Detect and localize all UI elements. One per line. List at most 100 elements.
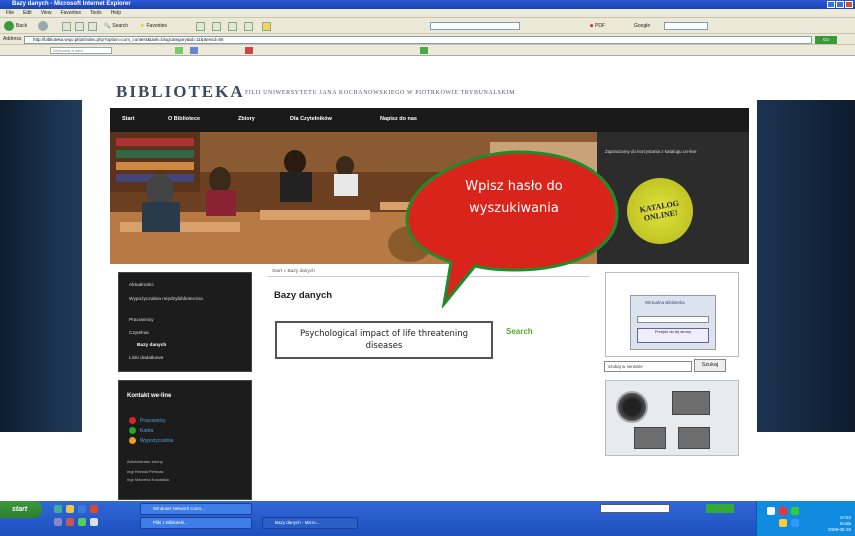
forward-arrow-icon xyxy=(38,21,48,31)
toolbar-icon[interactable] xyxy=(175,47,183,54)
home-icon[interactable] xyxy=(88,22,97,31)
go-button[interactable]: Go xyxy=(815,36,837,44)
tray-icon[interactable] xyxy=(767,507,775,515)
menu-item-bazy-danych[interactable]: Bazy danych xyxy=(137,343,166,349)
contact-label: Wypożyczalnia xyxy=(140,437,174,444)
window-controls xyxy=(827,1,853,8)
site-search-button[interactable]: Szukaj xyxy=(694,359,726,372)
tray-icon[interactable] xyxy=(779,519,787,527)
menu-favorites[interactable]: Favorites xyxy=(60,9,81,17)
menu-view[interactable]: View xyxy=(41,9,52,17)
nav-o-bibliotece[interactable]: O Bibliotece xyxy=(168,116,200,122)
url-field[interactable]: http://biblioteka.wsjo.pl/pt/index.php?o… xyxy=(24,36,812,44)
tray-icon[interactable] xyxy=(779,507,787,515)
contact-box: Kontakt we-line Pracownicy Kadra Wypożyc… xyxy=(118,380,252,500)
taskbar-item-active[interactable]: Bazy danych - Micro... xyxy=(262,517,358,529)
start-button[interactable]: start xyxy=(0,501,42,518)
site-logo[interactable]: BIBLIOTEKA xyxy=(116,82,245,102)
virtual-library-widget: Wirtualna Biblioteka Przejdź do tej stro… xyxy=(630,295,716,350)
clock[interactable]: 10:52 środa 2009-05-26 xyxy=(828,515,851,533)
taskbar-item[interactable]: Windows Network Conn... xyxy=(140,503,252,515)
admin-label: Administrator strony xyxy=(127,459,163,464)
print-icon[interactable] xyxy=(228,22,237,31)
menu-edit[interactable]: Edit xyxy=(23,9,32,17)
menu-file[interactable]: File xyxy=(6,9,14,17)
quicklaunch-icon[interactable] xyxy=(54,505,62,513)
search-button[interactable]: 🔍 Search xyxy=(104,21,128,31)
contact-item[interactable]: Kadra xyxy=(129,427,153,434)
contact-item[interactable]: Pracownicy xyxy=(129,417,166,424)
visitor-counter-widget xyxy=(605,380,739,456)
pdf-button[interactable]: ■ PDF xyxy=(590,21,605,31)
search-input[interactable]: Psychological impact of life threatening… xyxy=(275,321,493,359)
counter-panel xyxy=(678,427,710,449)
stop-icon[interactable] xyxy=(62,22,71,31)
tray-icon[interactable] xyxy=(791,519,799,527)
bubble-text: Wpisz hasło do wyszukiwania xyxy=(465,179,563,216)
counter-panel xyxy=(672,391,710,415)
menu-item-linki[interactable]: Linki dodatkowe xyxy=(129,356,163,362)
refresh-icon[interactable] xyxy=(75,22,84,31)
google-label: Google xyxy=(634,23,651,29)
browser-toolbar: Back 🔍 Search ★ Favorites ■ PDF Google xyxy=(0,18,855,34)
folder-icon[interactable] xyxy=(262,22,271,31)
quicklaunch-icon[interactable] xyxy=(90,518,98,526)
site-navigation: Start O Bibliotece Zbiory Dla Czytelnikó… xyxy=(110,108,749,132)
search-link[interactable]: Search xyxy=(506,327,533,336)
minimize-button[interactable] xyxy=(827,1,835,8)
back-button[interactable]: Back xyxy=(4,21,27,31)
quicklaunch-icon[interactable] xyxy=(66,505,74,513)
google-search-field[interactable] xyxy=(664,22,708,30)
contact-label: Pracownicy xyxy=(140,417,166,424)
favorites-label: Favorites xyxy=(146,23,168,29)
toolbar-icon[interactable] xyxy=(190,47,198,54)
page-title: Bazy danych xyxy=(274,290,333,301)
site-search-input[interactable]: szukaj w serwisie xyxy=(604,361,692,372)
menu-item-pracownicy[interactable]: Pracownicy xyxy=(129,318,154,324)
menu-item-wypozyczalnia[interactable]: Wypożyczalnia międzybiblioteczna xyxy=(129,297,239,303)
toolbar-icon[interactable] xyxy=(420,47,428,54)
nav-dla-czytelnikow[interactable]: Dla Czytelników xyxy=(290,116,332,122)
speech-bubble-annotation xyxy=(405,150,619,308)
mail-icon[interactable] xyxy=(212,22,221,31)
quicklaunch-icon[interactable] xyxy=(78,505,86,513)
quicklaunch-icon[interactable] xyxy=(54,518,62,526)
menu-tools[interactable]: Tools xyxy=(90,9,102,17)
virtual-library-button[interactable]: Przejdź do tej strony xyxy=(637,328,709,343)
contact-status-icon xyxy=(129,427,136,434)
page-left-background xyxy=(0,100,82,432)
taskbar-search-field[interactable] xyxy=(600,504,670,513)
contact-status-icon xyxy=(129,417,136,424)
close-button[interactable] xyxy=(845,1,853,8)
menu-item-aktualnosci[interactable]: Aktualności xyxy=(129,283,154,289)
gauge-icon xyxy=(616,391,648,423)
virtual-library-card: Wirtualna Biblioteka Przejdź do tej stro… xyxy=(605,272,739,357)
maximize-button[interactable] xyxy=(836,1,844,8)
google-toolbar[interactable]: Google xyxy=(634,21,650,31)
edit-icon[interactable] xyxy=(244,22,253,31)
toolbar-icon[interactable] xyxy=(245,47,253,54)
web-search-input[interactable]: Wyszukaj w sieci xyxy=(50,47,112,54)
quicklaunch-icon[interactable] xyxy=(78,518,86,526)
contact-item[interactable]: Wypożyczalnia xyxy=(129,437,173,444)
nav-start[interactable]: Start xyxy=(122,116,135,122)
quicklaunch-icon[interactable] xyxy=(90,505,98,513)
back-arrow-icon xyxy=(4,21,14,31)
katalog-online-label: KATALOG ONLINE! xyxy=(638,198,680,223)
taskbar-item[interactable]: Pliki z Biblioteki... xyxy=(140,517,252,529)
tray-icon[interactable] xyxy=(791,507,799,515)
quicklaunch-icon[interactable] xyxy=(66,518,74,526)
menu-item-czytelnia[interactable]: Czytelnia xyxy=(129,331,149,337)
history-icon[interactable] xyxy=(196,22,205,31)
nav-napisz-do-nas[interactable]: Napisz do nas xyxy=(380,116,417,122)
forward-button[interactable] xyxy=(38,21,48,31)
favorites-button[interactable]: ★ Favorites xyxy=(140,21,167,31)
menu-help[interactable]: Help xyxy=(111,9,121,17)
address-label: Address xyxy=(3,36,22,42)
virtual-library-field[interactable] xyxy=(637,316,709,323)
star-icon: ★ xyxy=(140,23,145,29)
system-tray: 10:52 środa 2009-05-26 xyxy=(756,501,855,536)
nav-zbiory[interactable]: Zbiory xyxy=(238,116,255,122)
toolbar-search-field[interactable] xyxy=(430,22,520,30)
site-subtitle: FILII UNIWERSYTETU JANA KOCHANOWSKIEGO W… xyxy=(245,90,516,96)
